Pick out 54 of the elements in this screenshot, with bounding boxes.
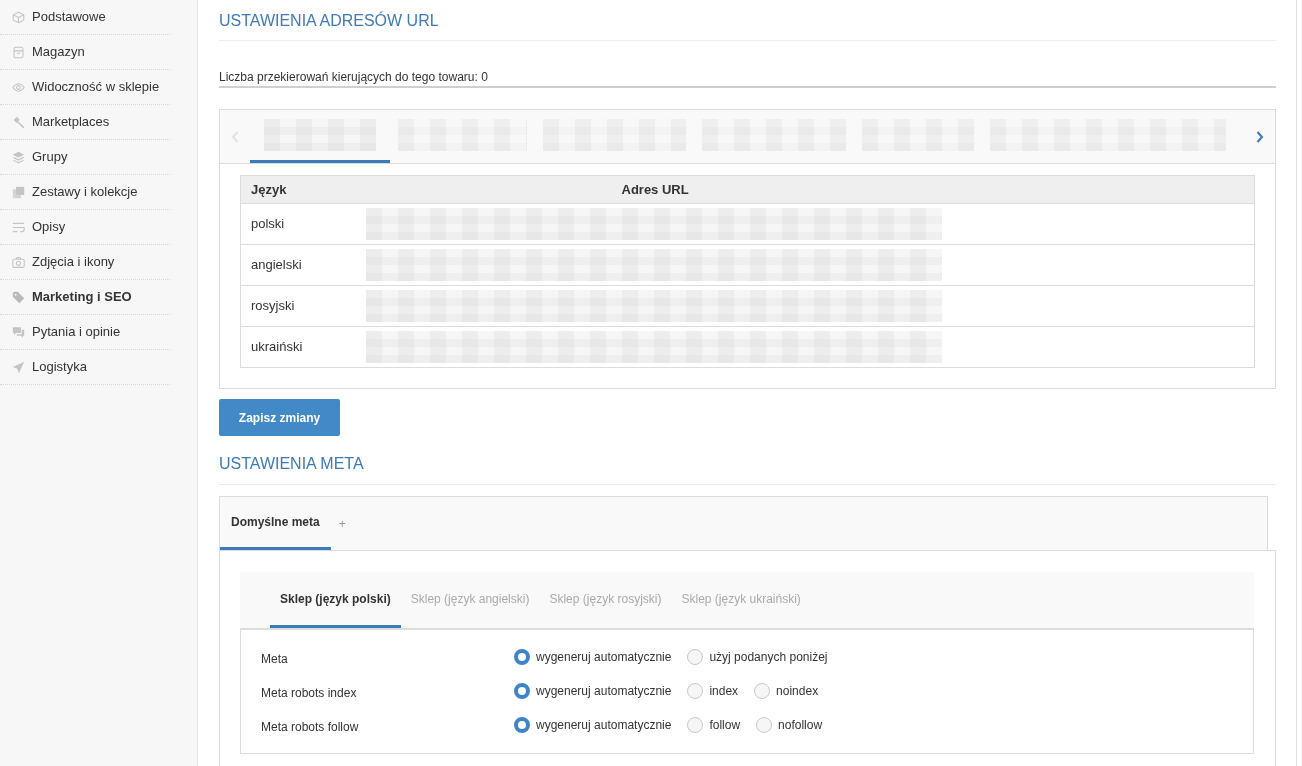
radio-button[interactable] — [756, 717, 773, 733]
hammer-icon — [12, 115, 25, 129]
radio-button[interactable] — [687, 683, 704, 699]
sidebar-item[interactable]: Zdjęcia i ikony — [0, 245, 170, 280]
radio-label[interactable]: użyj podanych poniżej — [709, 648, 828, 666]
field-label: Meta — [261, 650, 289, 668]
sidebar-item[interactable]: Podstawowe — [0, 0, 170, 35]
radio-label[interactable]: wygeneruj automatycznie — [536, 716, 672, 734]
radio-button[interactable] — [687, 649, 704, 665]
sidebar-item[interactable]: Marketing i SEO — [0, 280, 170, 315]
radio-label[interactable]: follow — [709, 716, 741, 734]
sidebar-item[interactable]: Zestawy i kolekcje — [0, 175, 170, 210]
box-icon — [12, 45, 25, 59]
radio-label[interactable]: noindex — [776, 682, 819, 700]
section-heading: USTAWIENIA META — [219, 454, 365, 474]
sidebar-item[interactable]: Logistyka — [0, 350, 170, 385]
table-cell: ukraiński — [240, 326, 366, 368]
table-cell: angielski — [240, 244, 366, 286]
paper-plane-icon — [12, 360, 25, 374]
radio-button[interactable] — [754, 683, 771, 699]
tab[interactable]: Sklep (język polski) — [270, 572, 401, 628]
redirect-count-text: Liczba przekierowań kierujących do tego towaru: 0 — [219, 68, 1276, 88]
radio-button[interactable] — [687, 717, 704, 733]
radio-button[interactable] — [514, 717, 530, 733]
field-label: Meta robots index — [261, 684, 358, 702]
sidebar-item[interactable]: Widoczność w sklepie — [0, 70, 170, 105]
text-lines-icon — [12, 220, 25, 234]
column-header: Adres URL — [365, 175, 1255, 204]
tag-icon — [12, 290, 25, 304]
chat-icon — [12, 325, 25, 339]
sidebar-item[interactable]: Magazyn — [0, 35, 170, 70]
radio-button[interactable] — [514, 683, 530, 699]
radio-label[interactable]: index — [709, 682, 739, 700]
cube-icon — [12, 10, 25, 24]
tab[interactable]: Domyślne meta — [220, 497, 331, 550]
sidebar-item[interactable]: Grupy — [0, 140, 170, 175]
radio-label[interactable]: nofollow — [778, 716, 823, 734]
table-cell: polski — [240, 203, 366, 245]
save-button[interactable]: Zapisz zmiany — [219, 399, 340, 436]
sidebar-item[interactable]: Marketplaces — [0, 105, 170, 140]
table-cell: rosyjski — [240, 285, 366, 327]
sidebar-item[interactable]: Pytania i opinie — [0, 315, 170, 350]
eye-icon — [12, 80, 25, 94]
radio-label[interactable]: wygeneruj automatycznie — [536, 682, 672, 700]
field-label: Meta robots follow — [261, 718, 360, 736]
sidebar-item[interactable]: Opisy — [0, 210, 170, 245]
radio-label[interactable]: wygeneruj automatycznie — [536, 648, 672, 666]
radio-button[interactable] — [514, 649, 530, 665]
chevron-right-icon[interactable] — [1256, 130, 1264, 143]
section-heading: USTAWIENIA ADRESÓW URL — [219, 11, 440, 31]
column-header: Język — [240, 175, 366, 204]
camera-icon — [12, 255, 25, 269]
layers-icon — [12, 150, 25, 164]
images-icon — [12, 185, 25, 199]
